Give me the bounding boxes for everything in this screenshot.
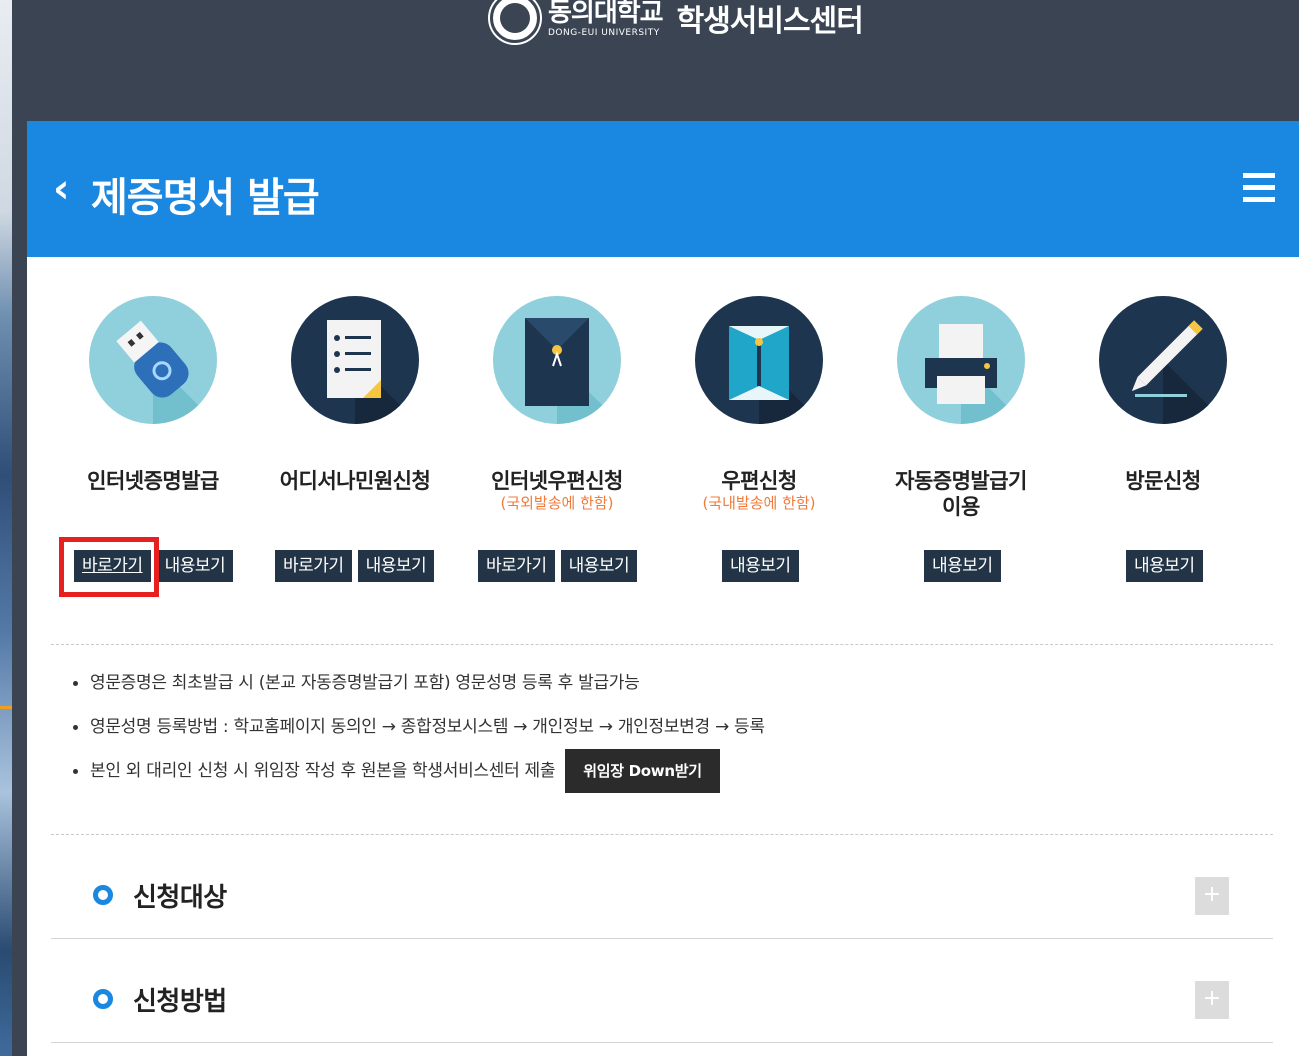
center-name: 학생서비스센터 [676,4,864,39]
service-internet-mail: 인터넷우편신청 (국외발송에 한함) [457,296,657,512]
service-name: 인터넷증명발급 [87,469,219,493]
expand-plus-icon[interactable]: + [1195,877,1229,915]
shortcut-button[interactable]: 바로가기 [275,550,352,582]
view-details-button[interactable]: 내용보기 [924,550,1001,582]
service-kiosk: 자동증명발급기 이용 [861,296,1061,520]
view-details-button[interactable]: 내용보기 [156,550,234,582]
service-mail: 우편신청 (국내발송에 한함) [659,296,859,512]
notice-item: 영문증명은 최초발급 시 (본교 자동증명발급기 포함) 영문성명 등록 후 발… [73,661,765,705]
service-list: 인터넷증명발급 어디서나민원신청 인터넷우편신청 (국외발송에 한함) 우편신청… [27,296,1299,597]
expand-plus-icon[interactable]: + [1195,981,1229,1019]
service-name: 어디서나민원신청 [279,469,431,493]
pen-icon[interactable] [1099,296,1227,424]
service-note: (국내발송에 한함) [702,494,816,512]
service-name: 인터넷우편신청 [491,469,623,493]
service-name-line2: 이용 [942,495,980,519]
university-name-ko: 동의대학교 [548,0,664,28]
university-seal-icon [490,0,540,43]
site-logo[interactable]: 동의대학교 DONG-EUI UNIVERSITY 학생서비스센터 [490,0,864,46]
back-chevron-icon[interactable]: ‹ [53,169,93,211]
view-details-button[interactable]: 내용보기 [357,550,435,582]
service-internet-certificate: 인터넷증명발급 [53,296,253,494]
divider [51,644,1273,645]
main-content: ‹ 제증명서 발급 인터넷증명발급 어디서나민원신청 인터넷우편신청 (국외발송… [27,121,1299,1056]
service-actions: 내용보기 [1126,550,1203,582]
document-list-icon[interactable] [291,296,419,424]
shortcut-button[interactable]: 바로가기 [478,550,555,582]
service-name: 방문신청 [1125,469,1201,493]
accordion-eligibility[interactable]: 신청대상 + [51,835,1273,939]
desktop-decoration [0,706,12,709]
title-bar: ‹ 제증명서 발급 [27,121,1299,257]
university-name-en: DONG-EUI UNIVERSITY [548,28,660,38]
service-name-line1: 자동증명발급기 [895,469,1027,493]
notice-item: 본인 외 대리인 신청 시 위임장 작성 후 원본을 학생서비스센터 제출 위임… [73,749,765,793]
hamburger-menu-icon[interactable] [1243,173,1275,203]
service-note: (국외발송에 한함) [500,494,614,512]
view-details-button[interactable]: 내용보기 [560,550,638,582]
service-actions: 바로가기 내용보기 [478,550,638,582]
proxy-form-download-button[interactable]: 위임장 Down받기 [565,749,720,793]
view-details-button[interactable]: 내용보기 [722,550,799,582]
service-actions: 내용보기 [722,550,799,582]
service-anywhere-request: 어디서나민원신청 [255,296,455,494]
open-envelope-icon[interactable] [695,296,823,424]
desktop-background-strip [0,0,12,1056]
service-name: 우편신청 [721,469,797,493]
circle-bullet-icon [93,989,113,1009]
page-title: 제증명서 발급 [91,175,320,221]
divider [51,1042,1273,1043]
notice-list: 영문증명은 최초발급 시 (본교 자동증명발급기 포함) 영문성명 등록 후 발… [73,661,765,793]
service-actions: 바로가기 내용보기 [275,550,435,582]
printer-icon[interactable] [897,296,1025,424]
service-actions: 내용보기 [924,550,1001,582]
envelope-icon[interactable] [493,296,621,424]
view-details-button[interactable]: 내용보기 [1126,550,1203,582]
accordion-title: 신청방법 [133,987,227,1017]
highlight-annotation [59,537,159,597]
notice-item: 영문성명 등록방법 : 학교홈페이지 동의인 → 종합정보시스템 → 개인정보 … [73,705,765,749]
accordion-method[interactable]: 신청방법 + [51,939,1273,1043]
service-visit: 방문신청 [1063,296,1263,494]
accordion-title: 신청대상 [133,883,227,913]
circle-bullet-icon [93,885,113,905]
service-name: 자동증명발급기 이용 [861,468,1061,520]
usb-drive-icon[interactable] [89,296,217,424]
site-header: 동의대학교 DONG-EUI UNIVERSITY 학생서비스센터 [12,0,1299,121]
